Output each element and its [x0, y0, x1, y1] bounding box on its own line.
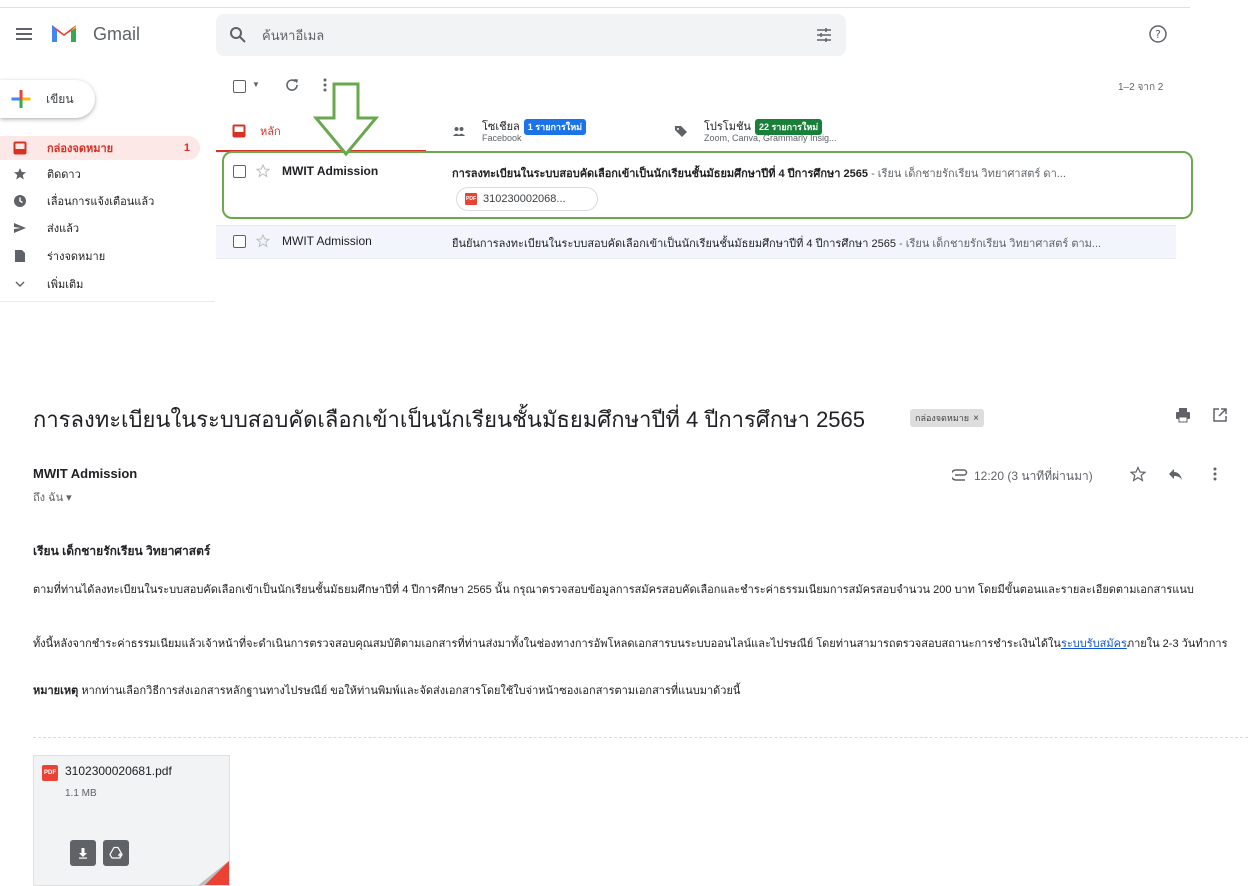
tab-primary[interactable]: หลัก — [232, 122, 281, 140]
more-vert-icon[interactable] — [1212, 466, 1218, 482]
sidebar-item-label: ส่งแล้ว — [47, 223, 80, 235]
attachment-clip-icon — [952, 469, 968, 481]
inbox-label-chip[interactable]: กล่องจดหมาย × — [910, 409, 984, 427]
email-subject: ยืนยันการลงทะเบียนในระบบสอบคัดเลือกเข้าเ… — [452, 238, 896, 250]
save-to-drive-button[interactable] — [103, 840, 129, 866]
tab-social[interactable]: โซเชียล 1 รายการใหม่ Facebook — [452, 117, 632, 147]
add-to-drive-icon — [109, 846, 123, 860]
down-arrow-annotation-icon — [312, 82, 380, 158]
sidebar-item-label: เพิ่มเติม — [47, 279, 84, 291]
highlight-annotation — [222, 151, 1193, 219]
compose-button[interactable]: เขียน — [0, 80, 95, 118]
print-icon[interactable] — [1175, 407, 1191, 423]
reply-icon[interactable] — [1167, 466, 1183, 482]
application-system-link[interactable]: ระบบรับสมัคร — [1061, 638, 1127, 650]
tag-icon — [674, 124, 688, 138]
note-text: หากท่านเลือกวิธีการส่งเอกสารหลักฐานทางไป… — [78, 685, 741, 697]
sidebar-item-sent[interactable]: ส่งแล้ว — [0, 216, 215, 240]
paragraph-2-text: ทั้งนี้หลังจากชำระค่าธรรมเนียมแล้วเจ้าหน… — [33, 638, 1061, 650]
select-all-checkbox[interactable] — [233, 80, 246, 93]
row-divider — [216, 225, 1176, 226]
attachment-size: 1.1 MB — [65, 788, 97, 799]
people-icon — [452, 124, 466, 138]
message-paragraph-2: ทั้งนี้หลังจากชำระค่าธรรมเนียมแล้วเจ้าหน… — [33, 636, 1243, 653]
sidebar-item-label: ร่างจดหมาย — [47, 251, 106, 263]
top-divider — [0, 7, 1190, 8]
email-sender: MWIT Admission — [282, 234, 372, 248]
sidebar-item-drafts[interactable]: ร่างจดหมาย — [0, 244, 215, 268]
message-subject: การลงทะเบียนในระบบสอบคัดเลือกเข้าเป็นนัก… — [33, 407, 866, 432]
email-snippet: - เรียน เด็กชายรักเรียน วิทยาศาสตร์ ตาม.… — [895, 238, 1102, 250]
sidebar-item-starred[interactable]: ติดดาว — [0, 162, 215, 186]
sidebar-divider — [0, 301, 215, 302]
draft-icon — [13, 249, 27, 263]
sidebar-item-more[interactable]: เพิ่มเติม — [0, 272, 215, 296]
star-outline-icon[interactable] — [256, 234, 272, 248]
search-icon[interactable] — [228, 25, 248, 45]
chevron-down-icon — [13, 277, 27, 291]
tab-promotions-sub: Zoom, Canva, Grammarly Insig... — [704, 133, 837, 143]
email-subject-line: ยืนยันการลงทะเบียนในระบบสอบคัดเลือกเข้าเ… — [452, 234, 1155, 252]
remove-label-icon[interactable]: × — [973, 413, 979, 424]
tab-primary-label: หลัก — [260, 126, 281, 138]
send-icon — [13, 221, 27, 235]
row-divider — [216, 258, 1176, 259]
social-new-badge: 1 รายการใหม่ — [523, 119, 587, 135]
clock-icon — [13, 194, 27, 208]
sidebar-item-label: ติดดาว — [47, 169, 81, 181]
search-options-icon[interactable] — [814, 25, 834, 45]
star-icon — [13, 167, 27, 181]
download-icon — [77, 847, 89, 859]
row-checkbox[interactable] — [233, 235, 246, 248]
gmail-logo-icon[interactable] — [50, 22, 78, 44]
inbox-icon — [232, 124, 246, 138]
unread-count: 1 — [183, 142, 190, 154]
tab-social-sub: Facebook — [482, 133, 522, 143]
recipient-text: ถึง ฉัน — [33, 492, 64, 504]
search-bar[interactable]: ค้นหาอีเมล — [216, 14, 846, 56]
help-icon[interactable]: ? — [1148, 24, 1168, 44]
paragraph-2-tail: ภายใน 2-3 วันทำการ — [1126, 638, 1228, 650]
sidebar-item-snoozed[interactable]: เลื่อนการแจ้งเตือนแล้ว — [0, 189, 215, 213]
search-input[interactable]: ค้นหาอีเมล — [262, 25, 814, 46]
svg-text:?: ? — [1155, 28, 1161, 41]
recipient-line[interactable]: ถึง ฉัน ▾ — [33, 488, 72, 506]
inbox-icon — [13, 141, 27, 155]
message-time: 12:20 (3 นาทีที่ผ่านมา) — [974, 469, 1093, 483]
plus-icon — [10, 88, 32, 110]
message-greeting: เรียน เด็กชายรักเรียน วิทยาศาสตร์ — [33, 544, 211, 558]
tab-promotions-label: โปรโมชัน — [704, 121, 751, 133]
attachments-divider — [33, 737, 1248, 738]
compose-label: เขียน — [46, 91, 74, 106]
attachment-filename: 3102300020681.pdf — [65, 764, 172, 778]
sidebar-item-inbox[interactable]: กล่องจดหมาย 1 — [0, 136, 200, 160]
note-label: หมายเหตุ — [33, 685, 79, 697]
open-new-window-icon[interactable] — [1212, 407, 1228, 423]
sidebar-item-label: กล่องจดหมาย — [47, 143, 114, 155]
menu-icon[interactable] — [14, 24, 34, 44]
email-row-2[interactable]: MWIT Admission ยืนยันการลงทะเบียนในระบบส… — [216, 234, 1176, 254]
tab-social-label: โซเชียล — [482, 121, 520, 133]
pagination-text: 1–2 จาก 2 — [1118, 82, 1164, 93]
message-paragraph-1: ตามที่ท่านได้ลงทะเบียนในระบบสอบคัดเลือกเ… — [33, 584, 1194, 596]
star-outline-icon[interactable] — [1130, 466, 1146, 482]
tab-promotions[interactable]: โปรโมชัน 22 รายการใหม่ Zoom, Canva, Gramm… — [674, 117, 874, 147]
inbox-label-text: กล่องจดหมาย — [915, 413, 970, 423]
pdf-icon: PDF — [42, 765, 58, 781]
sidebar-item-label: เลื่อนการแจ้งเตือนแล้ว — [47, 196, 155, 208]
sender-name: MWIT Admission — [33, 466, 138, 481]
refresh-icon[interactable] — [284, 77, 300, 93]
select-menu-caret-icon[interactable]: ▼ — [252, 80, 260, 89]
app-name: Gmail — [93, 24, 141, 44]
download-button[interactable] — [70, 840, 96, 866]
message-note: หมายเหตุ หากท่านเลือกวิธีการส่งเอกสารหลั… — [33, 683, 1243, 700]
